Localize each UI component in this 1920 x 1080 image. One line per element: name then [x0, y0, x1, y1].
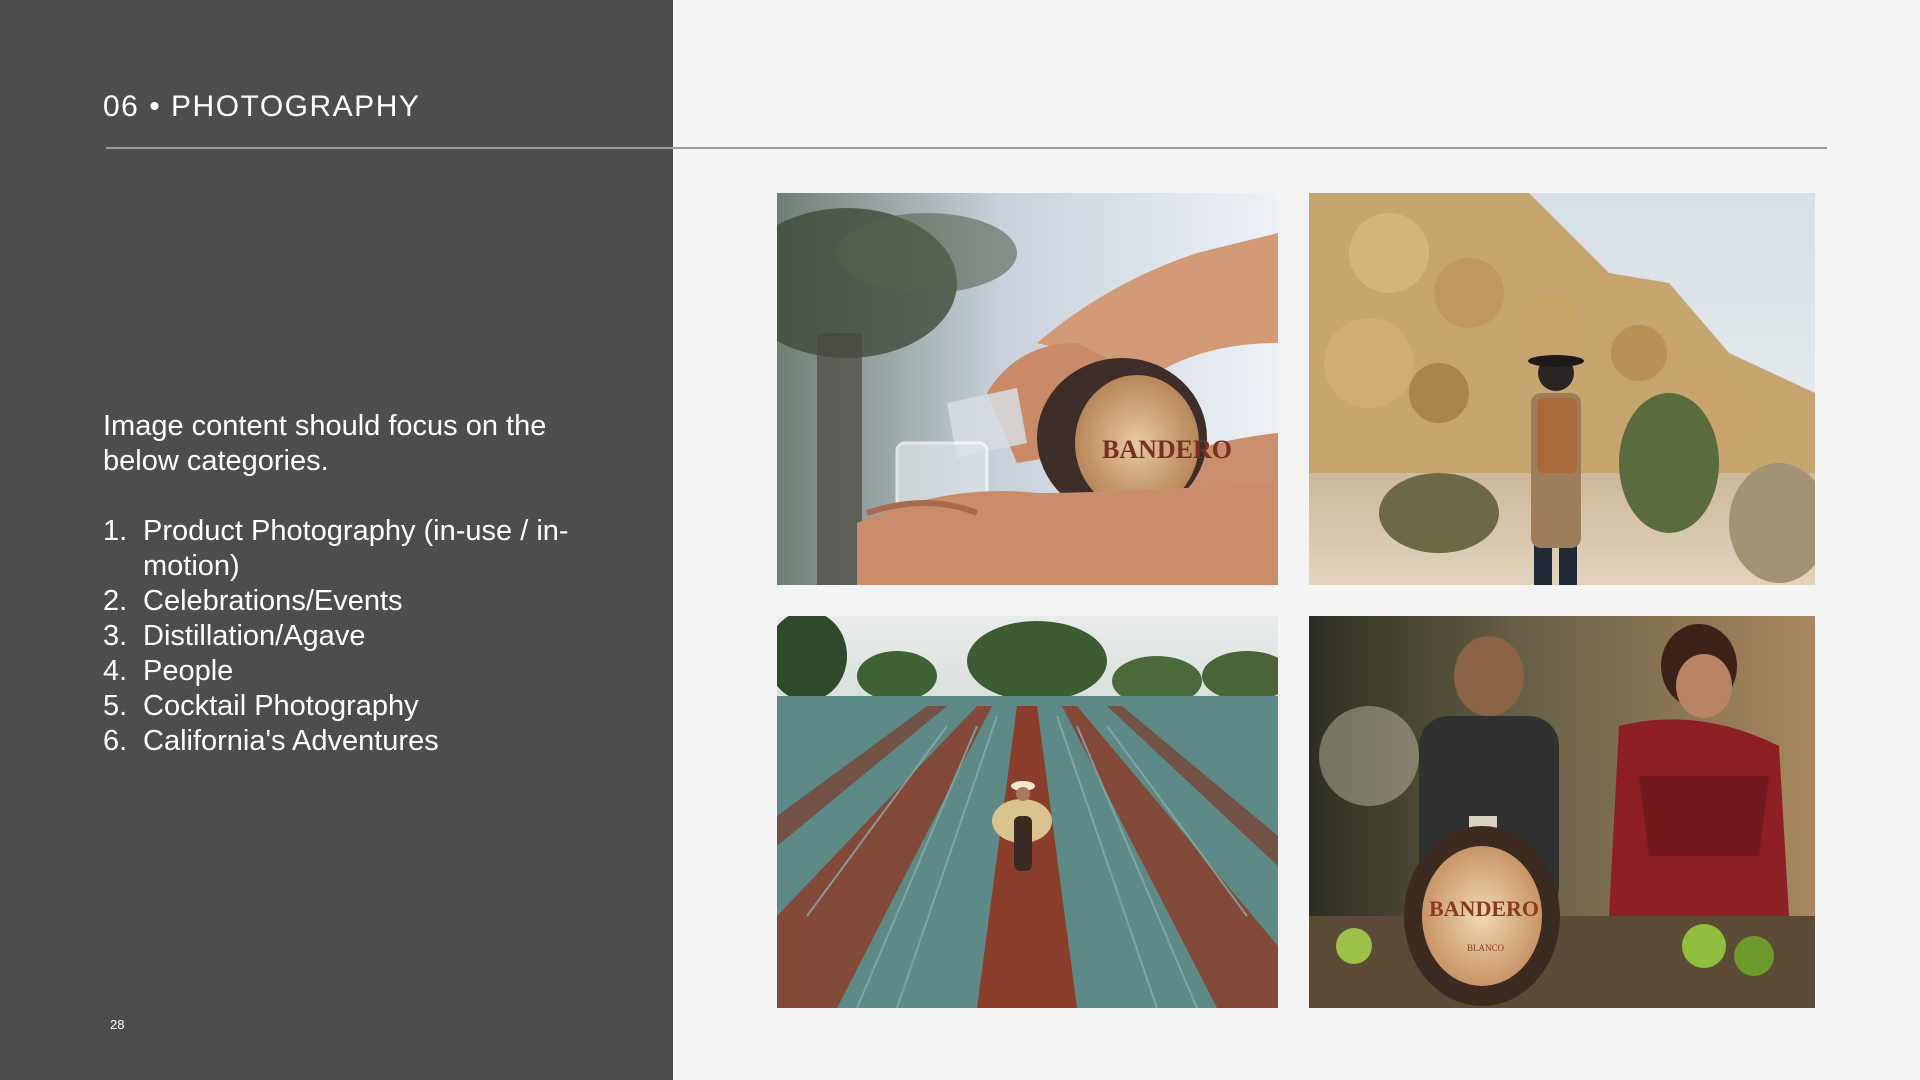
category-item: 4. People: [103, 654, 623, 689]
category-label: People: [143, 655, 234, 687]
category-item: 5. Cocktail Photography: [103, 689, 623, 724]
bottle-brand-text: BANDERO: [1429, 896, 1539, 921]
category-number: 4.: [103, 655, 128, 687]
category-number: 3.: [103, 620, 128, 652]
category-list: 1. Product Photography (in-use / in-motio…: [103, 514, 623, 759]
category-number: 2.: [103, 585, 128, 617]
category-number: 6.: [103, 725, 128, 757]
category-number: 5.: [103, 690, 128, 722]
category-label: Cocktail Photography: [143, 690, 419, 722]
adventure-hiker-photo: [1309, 193, 1815, 585]
category-item: 1. Product Photography (in-use / in-motio…: [103, 514, 623, 584]
product-pour-photo: BANDERO: [777, 193, 1278, 585]
bottle-label-text: BANDERO: [1102, 435, 1232, 464]
category-label: California's Adventures: [143, 725, 439, 757]
section-title: 06 • PHOTOGRAPHY: [103, 90, 421, 123]
intro-text: Image content should focus on the below …: [103, 410, 547, 477]
category-number: 1.: [103, 515, 128, 547]
page-number: 28: [110, 1017, 125, 1032]
celebration-photo: BANDERO BLANCO: [1309, 616, 1815, 1008]
category-label: Product Photography (in-use / in-motion): [143, 515, 569, 582]
bottle-variant-text: BLANCO: [1467, 943, 1505, 953]
header-divider: [106, 147, 1827, 149]
category-label: Celebrations/Events: [143, 585, 403, 617]
category-item: 2. Celebrations/Events: [103, 584, 623, 619]
category-item: 6. California's Adventures: [103, 724, 623, 759]
category-label: Distillation/Agave: [143, 620, 366, 652]
agave-field-photo: [777, 616, 1278, 1008]
category-item: 3. Distillation/Agave: [103, 619, 623, 654]
